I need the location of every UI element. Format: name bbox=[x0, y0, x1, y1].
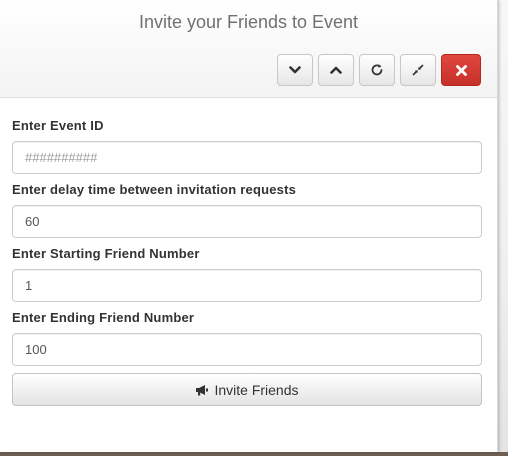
scroll-up-button[interactable] bbox=[318, 54, 354, 86]
refresh-button[interactable] bbox=[359, 54, 395, 86]
invite-dialog: Invite your Friends to Event Enter Event… bbox=[0, 0, 498, 452]
scroll-down-button[interactable] bbox=[277, 54, 313, 86]
chevron-down-icon bbox=[289, 66, 301, 74]
end-number-label: Enter Ending Friend Number bbox=[12, 310, 195, 325]
dialog-title: Invite your Friends to Event bbox=[138, 12, 359, 32]
refresh-icon bbox=[371, 64, 383, 76]
event-id-label: Enter Event ID bbox=[12, 118, 104, 133]
collapse-icon bbox=[412, 64, 424, 76]
dialog-header: Invite your Friends to Event bbox=[0, 0, 497, 98]
invite-friends-button[interactable]: Invite Friends bbox=[12, 373, 482, 406]
background-window-edge bbox=[498, 0, 508, 456]
end-number-input[interactable] bbox=[12, 333, 482, 366]
collapse-button[interactable] bbox=[400, 54, 436, 86]
delay-input[interactable] bbox=[12, 205, 482, 238]
bullhorn-icon bbox=[196, 384, 209, 395]
invite-friends-label: Invite Friends bbox=[214, 381, 299, 398]
background-desktop bbox=[0, 452, 508, 456]
close-icon bbox=[455, 64, 467, 76]
start-number-label: Enter Starting Friend Number bbox=[12, 246, 200, 261]
chevron-up-icon bbox=[330, 66, 342, 74]
close-button[interactable] bbox=[441, 54, 481, 86]
dialog-toolbar bbox=[277, 54, 481, 86]
event-id-input[interactable] bbox=[12, 141, 482, 174]
delay-label: Enter delay time between invitation requ… bbox=[12, 182, 297, 197]
invite-form: Enter Event ID Enter delay time between … bbox=[0, 98, 497, 406]
start-number-input[interactable] bbox=[12, 269, 482, 302]
